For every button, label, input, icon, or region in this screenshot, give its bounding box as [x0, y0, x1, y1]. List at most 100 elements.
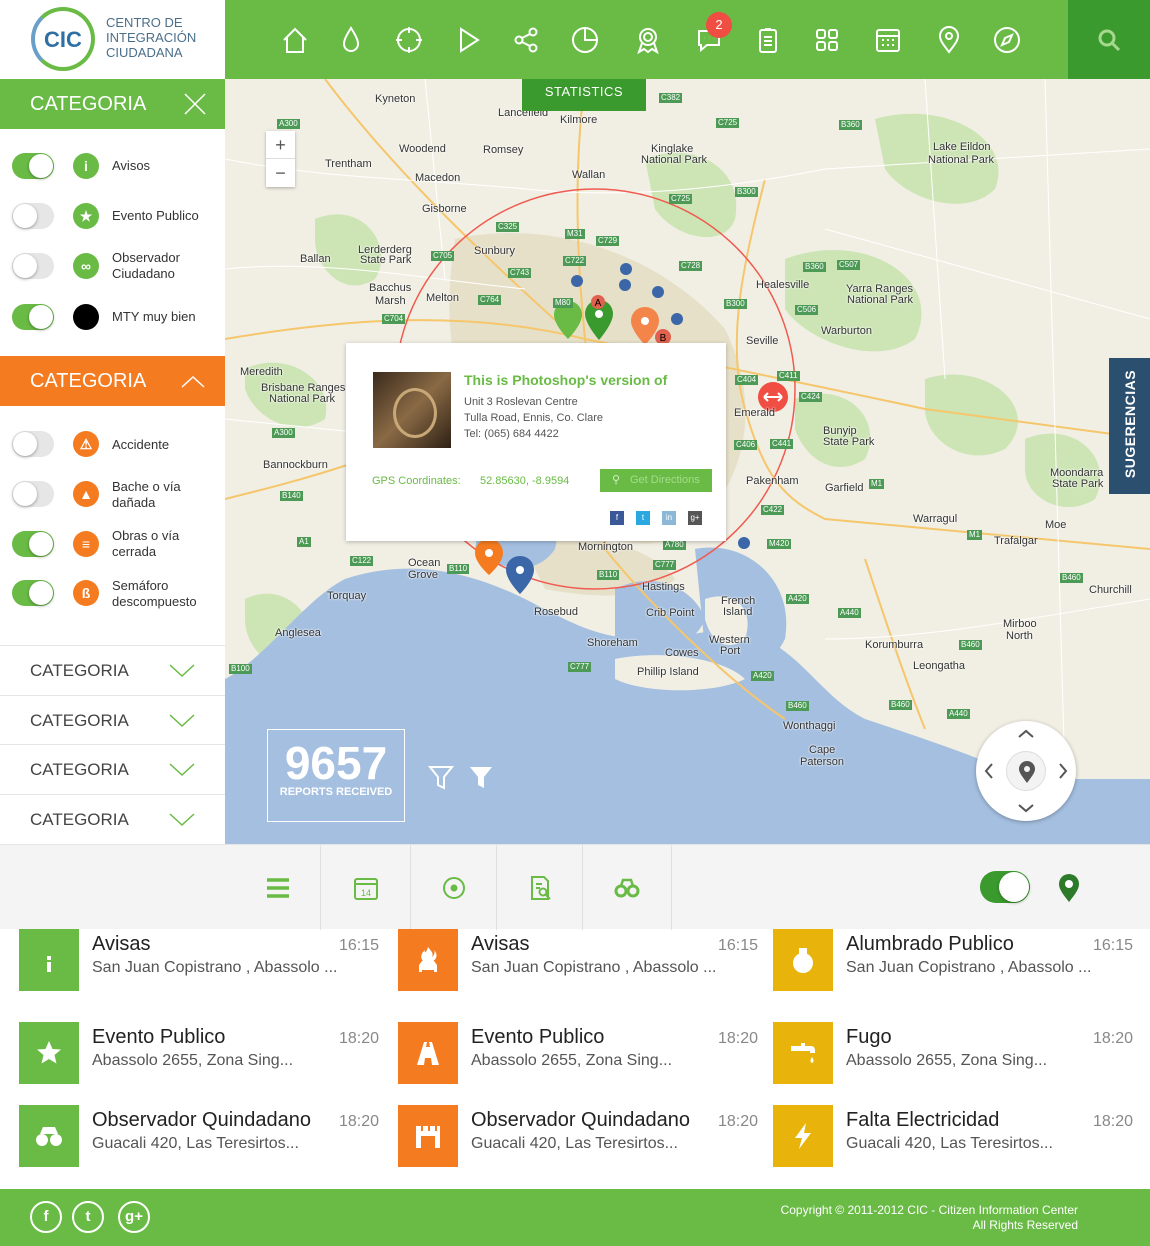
chevron-right-icon[interactable]: [1059, 763, 1068, 779]
google-plus-share-icon[interactable]: g+: [688, 511, 702, 525]
chevron-up-icon[interactable]: [179, 369, 207, 393]
category-toggle[interactable]: [12, 253, 54, 279]
logo-mark-text: CIC: [44, 27, 82, 52]
category-collapsed[interactable]: CATEGORIA: [0, 645, 225, 695]
report-icon-box: [773, 929, 833, 991]
category-toggle[interactable]: [12, 153, 54, 179]
report-card[interactable]: Avisas San Juan Copistrano , Abassolo ...…: [19, 929, 379, 991]
linkedin-share-icon[interactable]: in: [662, 511, 676, 525]
map-pan-control[interactable]: [976, 721, 1076, 821]
chevron-up-icon[interactable]: [1018, 729, 1034, 738]
category-header-1[interactable]: CATEGORIA: [0, 79, 225, 129]
twitter-icon[interactable]: t: [72, 1201, 104, 1233]
road-shield: C424: [799, 392, 823, 402]
category-toggle[interactable]: [12, 304, 54, 330]
locate-button[interactable]: [411, 845, 497, 930]
facebook-share-icon[interactable]: f: [610, 511, 624, 525]
share-icon[interactable]: [508, 22, 544, 58]
report-time: 18:20: [717, 1113, 758, 1130]
report-card[interactable]: Alumbrado Publico San Juan Copistrano , A…: [773, 929, 1133, 991]
category-toggle[interactable]: [12, 531, 54, 557]
logo[interactable]: CIC CENTRO DE INTEGRACIÓN CIUDADANA: [0, 0, 225, 79]
search-report-button[interactable]: [497, 845, 583, 930]
list-icon: [266, 877, 289, 898]
clipboard-icon[interactable]: [750, 22, 786, 58]
filter-icon[interactable]: [467, 763, 495, 791]
road-shield: C382: [659, 93, 683, 103]
road-shield: C725: [669, 194, 693, 204]
report-card[interactable]: Fugo Abassolo 2655, Zona Sing... 18:20: [773, 1022, 1133, 1084]
road-shield: C422: [761, 505, 785, 515]
logo-line: CIUDADANA: [106, 45, 183, 60]
report-card[interactable]: Falta Electricidad Guacali 420, Las Teres…: [773, 1105, 1133, 1167]
report-time: 16:15: [1092, 937, 1133, 954]
road-shield: A780: [663, 540, 686, 550]
walk-icon: ⚲: [612, 474, 621, 486]
report-title: Observador Quindadano: [471, 1109, 691, 1131]
list-view-button[interactable]: [235, 845, 321, 930]
report-address: Guacali 420, Las Teresirtos...: [846, 1135, 1053, 1152]
award-icon[interactable]: [630, 22, 666, 58]
road-shield: B460: [786, 701, 809, 711]
zoom-control: + −: [266, 131, 295, 187]
chevron-down-icon[interactable]: [1018, 804, 1034, 813]
category-toggle[interactable]: [12, 431, 54, 457]
category-collapsed[interactable]: CATEGORIA: [0, 695, 225, 745]
chevron-left-icon[interactable]: [984, 763, 993, 779]
report-title: Alumbrado Publico: [846, 933, 1014, 955]
category-label: Obras o vía cerrada: [112, 528, 180, 559]
observer-button[interactable]: [583, 845, 672, 930]
report-card[interactable]: Evento Publico Abassolo 2655, Zona Sing..…: [398, 1022, 758, 1084]
drop-icon[interactable]: [333, 22, 369, 58]
close-icon[interactable]: [183, 92, 207, 116]
compass-icon[interactable]: [989, 22, 1025, 58]
category-toggle[interactable]: [12, 481, 54, 507]
target-icon[interactable]: [391, 22, 427, 58]
road-shield: B140: [280, 491, 303, 501]
map-place-label: Bacchus: [369, 282, 412, 294]
statistics-tooltip: STATISTICS: [522, 79, 646, 111]
search-button[interactable]: [1068, 0, 1150, 79]
play-icon[interactable]: [450, 22, 486, 58]
report-card[interactable]: Observador Quindadano Guacali 420, Las Te…: [398, 1105, 758, 1167]
pie-chart-icon[interactable]: [567, 22, 603, 58]
recenter-button[interactable]: [1006, 751, 1046, 791]
top-nav: 2: [225, 0, 1068, 79]
zoom-out-button[interactable]: −: [266, 159, 295, 187]
filter-outline-icon[interactable]: [427, 763, 455, 791]
home-icon[interactable]: [277, 22, 313, 58]
report-address: Guacali 420, Las Teresirtos...: [471, 1135, 678, 1152]
zoom-in-button[interactable]: +: [266, 131, 295, 159]
report-card[interactable]: Evento Publico Abassolo 2655, Zona Sing..…: [19, 1022, 379, 1084]
map-pin-icon[interactable]: [931, 22, 967, 58]
get-directions-button[interactable]: ⚲ Get Directions: [600, 469, 712, 492]
report-title: Falta Electricidad: [846, 1109, 1000, 1131]
calendar-icon: 14: [353, 877, 378, 900]
map-view-toggle[interactable]: [980, 871, 1030, 903]
road-shield: C441: [770, 439, 794, 449]
report-card[interactable]: Observador Quindadano Guacali 420, Las Te…: [19, 1105, 379, 1167]
calendar-button[interactable]: 14: [321, 845, 411, 930]
twitter-share-icon[interactable]: t: [636, 511, 650, 525]
svg-text:14: 14: [360, 888, 370, 898]
grid-icon[interactable]: [809, 22, 845, 58]
map[interactable]: B A Kyneton Lancefield Kilmore Woodend Romse…: [225, 79, 1150, 844]
google-plus-icon[interactable]: g+: [118, 1201, 150, 1233]
facebook-icon[interactable]: f: [30, 1201, 62, 1233]
category-collapsed[interactable]: CATEGORIA: [0, 794, 225, 844]
suggestions-tab[interactable]: SUGERENCIAS: [1109, 358, 1150, 494]
map-place-label: Cape: [809, 744, 836, 756]
category-label: Semáforo descompuesto: [112, 578, 197, 609]
category-toggle[interactable]: [12, 580, 54, 606]
category-collapsed[interactable]: CATEGORIA: [0, 744, 225, 794]
calendar-icon[interactable]: [870, 22, 906, 58]
map-place-label: Mirboo: [1003, 618, 1037, 630]
category-toggle[interactable]: [12, 203, 54, 229]
map-pin-icon[interactable]: [1056, 873, 1082, 903]
category-header-2[interactable]: CATEGORIA: [0, 356, 225, 406]
report-card[interactable]: Avisas San Juan Copistrano , Abassolo ...…: [398, 929, 758, 991]
category-header-label: CATEGORIA: [30, 661, 129, 680]
road-shield: B300: [735, 187, 758, 197]
road-shield: A1: [297, 537, 311, 547]
map-place-label: Churchill: [1089, 584, 1132, 596]
